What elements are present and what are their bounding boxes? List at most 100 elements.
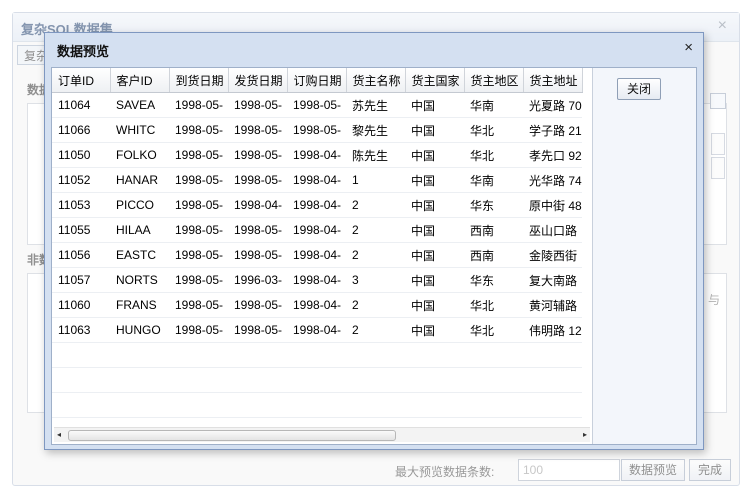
column-header[interactable]: 货主地区 (464, 68, 524, 93)
table-cell: 中国 (405, 317, 464, 343)
table-cell: 2 (346, 217, 405, 243)
horizontal-scrollbar[interactable]: ◂ ▸ (54, 427, 590, 442)
data-preview-dialog: 数据预览 × 订单ID 客户ID 到货日期 发货日期 订购日期 货主名称 货主国家 货主地区货… (44, 32, 704, 450)
table-cell: 1998-05- (169, 292, 228, 318)
table-row[interactable]: 11064 SAVEA 1998-05- 1998-05- 1998-05- 苏先生 中国华… (52, 92, 582, 118)
table-row[interactable]: 11050 FOLKO 1998-05- 1998-05- 1998-04- 陈先生 中国华… (52, 142, 582, 168)
table-cell: 2 (346, 317, 405, 343)
table-row[interactable]: 11063 HUNGO 1998-05- 1998-05- 1998-04- 2 中国 华北伟… (52, 317, 582, 343)
table-cell: 1998-04- (287, 167, 346, 193)
table-cell: 黎先生 (346, 117, 405, 143)
table-cell: EASTC (110, 242, 169, 268)
empty-cell (52, 392, 582, 418)
table-cell: 西南 (464, 242, 523, 268)
table-cell: NORTS (110, 267, 169, 293)
table-cell: 11055 (52, 217, 110, 243)
table-cell: 华北 (464, 317, 523, 343)
dialog-header: 数据预览 × (45, 33, 703, 63)
column-header[interactable]: 到货日期 (169, 68, 229, 93)
table-cell: 学子路 21 (523, 117, 582, 143)
table-cell: 1998-05- (169, 217, 228, 243)
table-cell: 1998-05- (228, 117, 287, 143)
table-cell: 金陵西街 (523, 242, 582, 268)
table-cell: 原中街 48 (523, 192, 582, 218)
table-cell: 1998-04- (287, 267, 346, 293)
table-cell: 西南 (464, 217, 523, 243)
table-cell: 光夏路 70 (523, 92, 582, 118)
close-button[interactable]: 关闭 (617, 78, 661, 100)
table-cell: 2 (346, 292, 405, 318)
table-cell: 1998-05- (287, 117, 346, 143)
table-cell: 1998-05- (169, 92, 228, 118)
column-header[interactable]: 货主国家 (405, 68, 465, 93)
column-header[interactable]: 货主地址 (523, 68, 583, 93)
table-cell: 2 (346, 192, 405, 218)
table-row[interactable]: 11055 HILAA 1998-05- 1998-05- 1998-04- 2 中国 西南巫… (52, 217, 582, 243)
empty-cell (52, 342, 582, 368)
table-cell: 1998-04- (287, 142, 346, 168)
table-cell: 11060 (52, 292, 110, 318)
table-cell: HUNGO (110, 317, 169, 343)
empty-row (52, 392, 582, 418)
table-cell: 1998-05- (228, 242, 287, 268)
table-cell: 11063 (52, 317, 110, 343)
scrollbar-thumb[interactable] (68, 430, 396, 441)
table-cell: 1998-05- (169, 317, 228, 343)
close-icon[interactable]: × (684, 39, 693, 56)
table-cell: 1996-03- (228, 267, 287, 293)
data-grid: 订单ID 客户ID 到货日期 发货日期 订购日期 货主名称 货主国家 货主地区 货主地址 110… (52, 68, 593, 444)
empty-row (52, 367, 582, 393)
table-cell: 1998-04- (287, 242, 346, 268)
scroll-left-icon[interactable]: ◂ (57, 430, 61, 439)
table-cell: 1998-05- (228, 142, 287, 168)
table-cell: 11053 (52, 192, 110, 218)
table-row[interactable]: 11066 WHITC 1998-05- 1998-05- 1998-05- 黎先生 中国华… (52, 117, 582, 143)
column-header[interactable]: 发货日期 (228, 68, 288, 93)
column-header[interactable]: 订单ID (52, 68, 111, 93)
table-cell: 11057 (52, 267, 110, 293)
column-header[interactable]: 订购日期 (287, 68, 347, 93)
table-row[interactable]: 11053 PICCO 1998-05- 1998-04- 1998-04- 2 中国 华东原… (52, 192, 582, 218)
table-cell: 中国 (405, 267, 464, 293)
table-cell: 巫山口路 (523, 217, 582, 243)
table-cell: 华东 (464, 192, 523, 218)
table-cell: 复大南路 (523, 267, 582, 293)
empty-cell (52, 367, 582, 393)
table-cell: 华北 (464, 117, 523, 143)
table-cell: 孝先口 92 (523, 142, 582, 168)
table-cell: FRANS (110, 292, 169, 318)
table-cell: 1998-04- (287, 292, 346, 318)
table-cell: 1998-04- (287, 317, 346, 343)
table-cell: 黄河辅路 (523, 292, 582, 318)
table-cell: 1998-04- (287, 217, 346, 243)
table-cell: 中国 (405, 92, 464, 118)
table-cell: 11066 (52, 117, 110, 143)
table-cell: 中国 (405, 242, 464, 268)
table-cell: 中国 (405, 192, 464, 218)
scroll-right-icon[interactable]: ▸ (583, 430, 587, 439)
table-cell: 光华路 74 (523, 167, 582, 193)
table-row[interactable]: 11060 FRANS 1998-05- 1998-05- 1998-04- 2 中国 华北黄… (52, 292, 582, 318)
table-cell: 2 (346, 242, 405, 268)
table-cell: PICCO (110, 192, 169, 218)
table-cell: 中国 (405, 142, 464, 168)
column-header[interactable]: 货主名称 (346, 68, 406, 93)
table-row[interactable]: 11052 HANAR 1998-05- 1998-05- 1998-04- 1 中国 华南光… (52, 167, 582, 193)
table-cell: 1998-05- (169, 192, 228, 218)
table-cell: 1998-04- (287, 192, 346, 218)
table-cell: 华北 (464, 292, 523, 318)
data-table: 订单ID 客户ID 到货日期 发货日期 订购日期 货主名称 货主国家 货主地区 货主地址 110… (52, 68, 583, 418)
empty-row (52, 342, 582, 368)
table-cell: 3 (346, 267, 405, 293)
column-header[interactable]: 客户ID (110, 68, 170, 93)
table-row[interactable]: 11057 NORTS 1998-05- 1996-03- 1998-04- 3 中国 华东复… (52, 267, 582, 293)
table-cell: 中国 (405, 292, 464, 318)
table-cell: HANAR (110, 167, 169, 193)
table-cell: 1998-05- (228, 217, 287, 243)
table-row[interactable]: 11056 EASTC 1998-05- 1998-05- 1998-04- 2 中国 西南金… (52, 242, 582, 268)
table-cell: 伟明路 12 (523, 317, 582, 343)
table-cell: 11064 (52, 92, 110, 118)
table-cell: 1998-05- (169, 242, 228, 268)
table-cell: 陈先生 (346, 142, 405, 168)
dialog-title: 数据预览 (57, 44, 110, 59)
